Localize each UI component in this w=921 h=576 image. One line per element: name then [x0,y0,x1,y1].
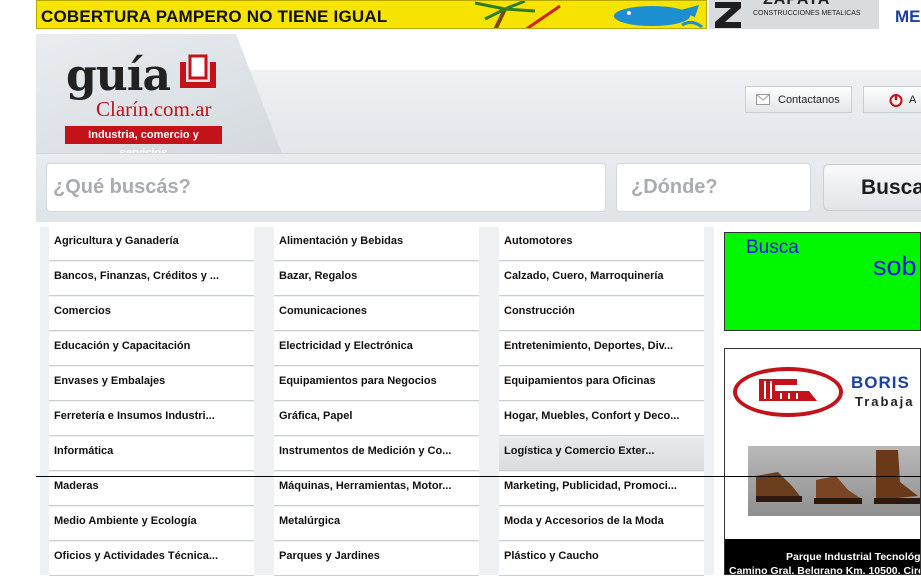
category-link[interactable]: Marketing, Publicidad, Promoci... [499,472,704,506]
category-link[interactable]: Oficios y Actividades Técnica... [49,542,254,576]
category-link[interactable]: Comercios [49,297,254,331]
boris-ad[interactable]: BORIS Trabaja Parque Industrial Tecnológ… [724,348,921,575]
category-link[interactable]: Metalúrgica [274,507,479,541]
zapata-banner[interactable]: ZAPATA CONSTRUCCIONES METALICAS [709,0,879,29]
banner-text: COBERTURA PAMPERO NO TIENE IGUAL [41,7,388,26]
palm-tree-icon [474,1,561,28]
right-banner[interactable]: ME [879,0,921,29]
category-link[interactable]: Moda y Accesorios de la Moda [499,507,704,541]
pampero-banner[interactable]: COBERTURA PAMPERO NO TIENE IGUAL [36,0,707,29]
category-link[interactable]: Calzado, Cuero, Marroquinería [499,262,704,296]
green-ad[interactable]: Busca sob [724,232,921,331]
zapata-brand: ZAPATA [763,0,830,9]
boots-image [748,446,920,516]
category-link[interactable]: Medio Ambiente y Ecología [49,507,254,541]
category-link[interactable]: Informática [49,437,254,471]
boris-address: Parque Industrial Tecnológic Camino Gral… [725,539,921,575]
dolphin-icon [614,5,703,28]
logo-clarin-text: Clarín.com.ar [96,97,212,121]
logo-tagline: Industria, comercio y servicios [65,126,222,159]
category-link[interactable]: Construcción [499,297,704,331]
boris-address-line-2: Camino Gral. Belgrano Km. 10500, Circ V [729,565,921,575]
divider-line [36,476,921,477]
category-link[interactable]: Agricultura y Ganadería [49,227,254,261]
category-link[interactable]: Gráfica, Papel [274,402,479,436]
right-banner-text: ME [895,7,921,26]
category-link[interactable]: Alimentación y Bebidas [274,227,479,261]
category-link[interactable]: Automotores [499,227,704,261]
category-link[interactable]: Electricidad y Electrónica [274,332,479,366]
boris-name: BORIS [851,373,910,392]
category-link[interactable]: Educación y Capacitación [49,332,254,366]
power-icon [889,93,903,107]
account-button[interactable]: A [863,86,921,113]
zapata-sub: CONSTRUCCIONES METALICAS [753,10,861,17]
where-search-input[interactable]: ¿Dónde? [616,163,811,212]
green-ad-text-2: sob [873,251,917,281]
boris-slogan: Trabaja [855,394,915,409]
category-link[interactable]: Instrumentos de Medición y Co... [274,437,479,471]
green-ad-text-1: Busca [746,237,799,258]
category-link[interactable]: Plástico y Caucho [499,542,704,576]
category-link[interactable]: Logística y Comercio Exter... [499,437,704,471]
category-link[interactable]: Hogar, Muebles, Confort y Deco... [499,402,704,436]
category-link[interactable]: Envases y Embalajes [49,367,254,401]
contact-button[interactable]: Contactanos [745,86,852,113]
boris-address-line-1: Parque Industrial Tecnológic [786,551,921,563]
category-link[interactable]: Bancos, Finanzas, Créditos y ... [49,262,254,296]
boris-logo-icon [733,367,843,417]
search-button[interactable]: Buscar [823,164,921,211]
envelope-icon [756,94,770,105]
what-search-input[interactable]: ¿Qué buscás? [46,163,606,212]
category-link[interactable]: Ferretería e Insumos Industri... [49,402,254,436]
logo-guia-text: guía [66,50,171,101]
category-link[interactable]: Bazar, Regalos [274,262,479,296]
header-top-strip [230,34,921,70]
category-link[interactable]: Maderas [49,472,254,506]
category-link[interactable]: Entretenimiento, Deportes, Div... [499,332,704,366]
zapata-logo-icon [715,2,741,28]
category-link[interactable]: Comunicaciones [274,297,479,331]
contact-label: Contactanos [778,93,840,106]
category-link[interactable]: Equipamientos para Oficinas [499,367,704,401]
account-label: A [909,93,917,106]
category-link[interactable]: Parques y Jardines [274,542,479,576]
category-link[interactable]: Máquinas, Herramientas, Motor... [274,472,479,506]
category-link[interactable]: Equipamientos para Negocios [274,367,479,401]
book-logo-icon [180,54,216,88]
